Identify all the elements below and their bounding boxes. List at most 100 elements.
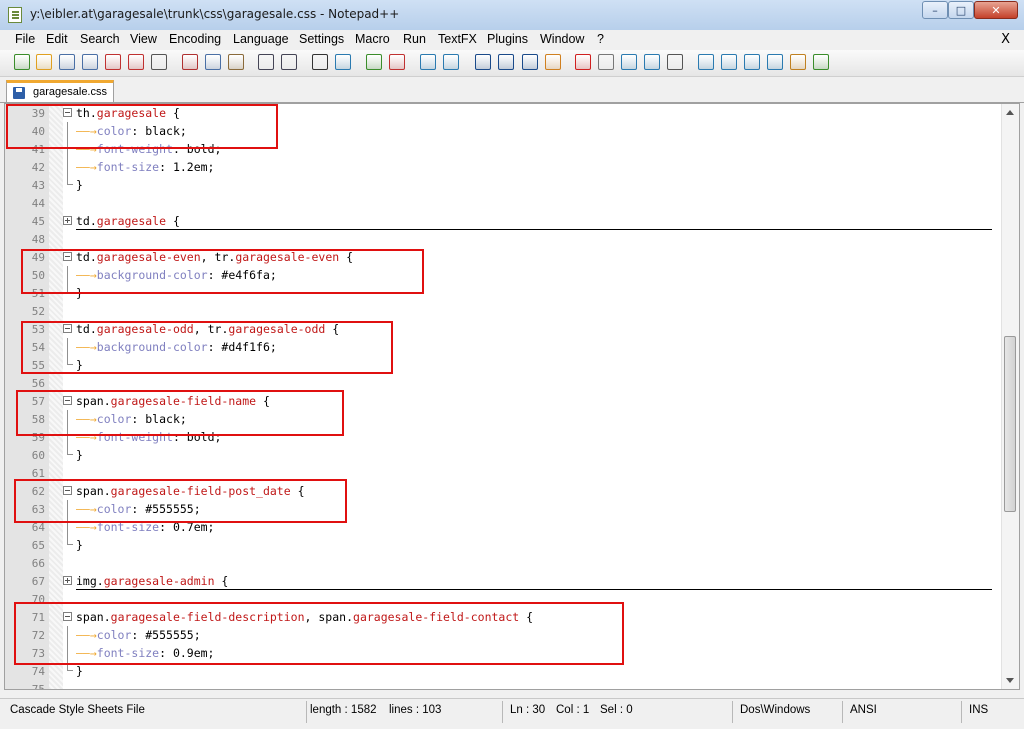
save-all-icon[interactable] [82,54,98,70]
status-insert-mode[interactable]: INS [969,704,988,716]
block-icon[interactable] [790,54,806,70]
code-text: img.garagesale-admin { [76,574,228,588]
code-line[interactable]: 75 [5,680,995,689]
open-file-icon[interactable] [36,54,52,70]
redo-icon[interactable] [281,54,297,70]
fold-expand-icon[interactable] [63,576,72,585]
code-line[interactable]: 44 [5,194,995,212]
word-wrap-icon[interactable] [475,54,491,70]
zoom-out-icon[interactable] [389,54,405,70]
indent-guide-icon[interactable] [522,54,538,70]
play-macro-icon[interactable] [621,54,637,70]
scroll-down-icon[interactable] [1006,678,1014,683]
saved-file-icon [13,87,25,99]
zoom-in-icon[interactable] [366,54,382,70]
code-editor[interactable]: 39 th.garagesale {40 ——→color: black; 41 ——→… [4,103,1020,690]
save-macro-icon[interactable] [667,54,683,70]
sync-horizontal-icon[interactable] [443,54,459,70]
line-number: 65 [31,539,45,552]
code-line[interactable]: 42 ——→font-size: 1.2em; [5,158,995,176]
close-button[interactable]: ✕ [974,1,1018,19]
code-line[interactable]: 66 [5,554,995,572]
save-icon[interactable] [59,54,75,70]
vertical-scrollbar[interactable] [1001,104,1019,689]
highlight-box-garagesale-even [21,249,424,294]
menu-encoding[interactable]: Encoding [169,32,221,46]
highlight-box-field-description [14,602,624,665]
code-token: } [76,448,83,462]
line-number: 44 [31,197,45,210]
status-divider [732,701,733,723]
menu-bar: File Edit Search View Encoding Language … [0,30,1024,51]
play-multiple-icon[interactable] [644,54,660,70]
move-up-icon[interactable] [721,54,737,70]
print-icon[interactable] [151,54,167,70]
stop-record-icon[interactable] [598,54,614,70]
code-line[interactable]: 43} [5,176,995,194]
scroll-thumb[interactable] [1004,336,1016,512]
scroll-up-icon[interactable] [1006,110,1014,115]
code-token: { [214,574,229,588]
line-number: 43 [31,179,45,192]
status-sel: Sel : 0 [600,704,633,716]
menu-view[interactable]: View [130,32,157,46]
cut-icon[interactable] [182,54,198,70]
menu-search[interactable]: Search [80,32,120,46]
line-number: 66 [31,557,45,570]
record-macro-icon[interactable] [575,54,591,70]
spell-check-icon[interactable] [813,54,829,70]
code-line[interactable]: 48 [5,230,995,248]
menu-file[interactable]: File [15,32,35,46]
show-all-chars-icon[interactable] [498,54,514,70]
tab-garagesale-css[interactable]: garagesale.css [6,80,114,102]
code-line[interactable]: 52 [5,302,995,320]
menu-textfx[interactable]: TextFX [438,32,477,46]
code-line[interactable]: 65} [5,536,995,554]
fold-expand-icon[interactable] [63,216,72,225]
close-icon[interactable] [105,54,121,70]
status-length: length : 1582 [310,704,377,716]
undo-icon[interactable] [258,54,274,70]
code-token: font-size [96,160,160,174]
close-document-button[interactable]: X [1001,32,1010,47]
paste-icon[interactable] [228,54,244,70]
menu-plugins[interactable]: Plugins [487,32,528,46]
notepad-app-icon[interactable] [8,7,22,23]
find-icon[interactable] [312,54,328,70]
code-line[interactable]: 67 img.garagesale-admin { [5,572,995,590]
status-divider [502,701,503,723]
convert-icon[interactable] [767,54,783,70]
line-number: 74 [31,665,45,678]
line-number: 42 [31,161,45,174]
menu-settings[interactable]: Settings [299,32,344,46]
code-line[interactable]: 45 td.garagesale { [5,212,995,230]
minimize-button[interactable]: – [922,1,948,19]
status-bar: Cascade Style Sheets File length : 1582 … [0,698,1024,729]
close-all-icon[interactable] [128,54,144,70]
user-lang-icon[interactable] [545,54,561,70]
status-eol: Dos\Windows [740,704,811,716]
replace-icon[interactable] [335,54,351,70]
code-line[interactable]: 60} [5,446,995,464]
tab-bar: garagesale.css [0,77,1024,103]
line-number: 52 [31,305,45,318]
maximize-button[interactable]: □ [948,1,974,19]
title-bar: y:\eibler.at\garagesale\trunk\css\garage… [0,0,1024,31]
move-down-icon[interactable] [744,54,760,70]
menu-language[interactable]: Language [233,32,289,46]
menu-edit[interactable]: Edit [46,32,68,46]
new-file-icon[interactable] [14,54,30,70]
code-token: img [76,574,97,588]
sync-vertical-icon[interactable] [420,54,436,70]
window-title: y:\eibler.at\garagesale\trunk\css\garage… [30,7,400,21]
menu-run[interactable]: Run [403,32,426,46]
fold-end-guide [67,446,73,455]
fold-guide [67,158,68,176]
trim-icon[interactable] [698,54,714,70]
status-file-type: Cascade Style Sheets File [10,704,145,716]
menu-help[interactable]: ? [597,32,604,46]
code-token: garagesale [96,214,167,228]
menu-macro[interactable]: Macro [355,32,390,46]
copy-icon[interactable] [205,54,221,70]
menu-window[interactable]: Window [540,32,584,46]
